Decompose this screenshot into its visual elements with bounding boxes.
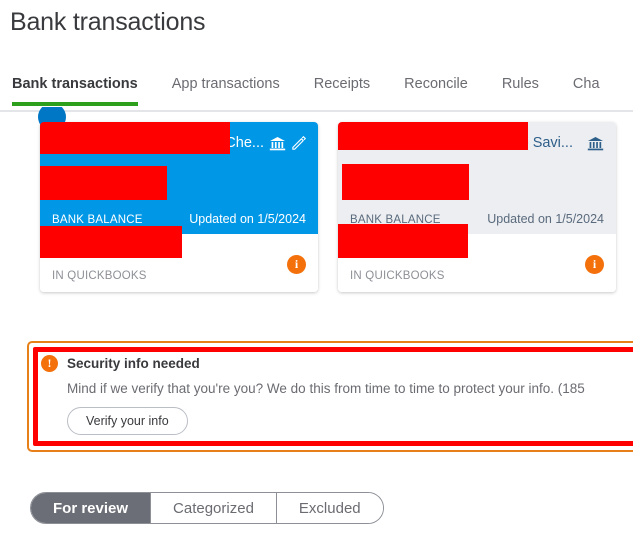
last-updated-text: Updated on 1/5/2024 [487,212,604,226]
redaction-block [338,224,468,258]
verify-your-info-button[interactable]: Verify your info [67,407,188,435]
redaction-block [40,226,182,258]
alert-header: ! Security info needed [41,355,633,372]
in-quickbooks-row: IN QUICKBOOKS i [350,255,604,282]
segment-categorized[interactable]: Categorized [151,493,277,523]
redaction-block [40,122,230,154]
tab-label: Receipts [313,76,371,92]
redaction-block [40,166,167,200]
transaction-filter-tabs: For review Categorized Excluded [30,492,384,524]
account-card-savings[interactable]: - Savi... BANK BALANCE Updated on 1/5/20… [338,122,616,292]
account-card-checking[interactable]: - Che... BANK BALANCE Updated on 1/5/202… [40,122,318,292]
bank-icon [269,136,286,151]
last-updated-text: Updated on 1/5/2024 [189,212,306,226]
bank-balance-label: BANK BALANCE [52,214,143,226]
info-icon[interactable]: i [585,255,604,274]
segment-for-review[interactable]: For review [31,493,152,523]
tab-bank-transactions[interactable]: Bank transactions [12,72,138,106]
tab-receipts[interactable]: Receipts [314,72,370,104]
segment-excluded[interactable]: Excluded [276,493,383,523]
pencil-edit-icon[interactable] [291,135,306,151]
security-alert-banner: ! Security info needed Mind if we verify… [27,341,633,452]
info-icon[interactable]: i [287,255,306,274]
tab-label: Bank transactions [12,76,138,92]
bank-balance-row: BANK BALANCE Updated on 1/5/2024 [52,212,306,226]
alert-content: ! Security info needed Mind if we verify… [41,355,633,438]
tab-app-transactions[interactable]: App transactions [172,72,280,104]
tab-label: Reconcile [404,76,468,92]
tab-label: Rules [501,76,539,92]
account-name: - Savi... [523,135,573,151]
tab-reconcile[interactable]: Reconcile [404,72,468,104]
redaction-block [338,122,528,150]
primary-tabbar: Bank transactions App transactions Recei… [0,72,633,112]
tab-chart-of-accounts[interactable]: Cha [573,72,600,104]
alert-message: Mind if we verify that you're you? We do… [67,381,585,396]
page-title: Bank transactions [10,8,206,36]
in-quickbooks-label: IN QUICKBOOKS [350,270,445,282]
tab-list: Bank transactions App transactions Recei… [12,72,633,112]
bank-icon [587,136,604,151]
in-quickbooks-label: IN QUICKBOOKS [52,270,147,282]
alert-exclamation-icon: ! [41,355,58,372]
tab-rules[interactable]: Rules [502,72,539,104]
redaction-block [342,164,469,200]
alert-title: Security info needed [67,356,200,371]
tab-label: App transactions [171,76,280,92]
bank-transactions-page: Bank transactions Bank transactions App … [0,0,633,551]
in-quickbooks-row: IN QUICKBOOKS i [52,255,306,282]
tab-label: Cha [572,76,600,92]
